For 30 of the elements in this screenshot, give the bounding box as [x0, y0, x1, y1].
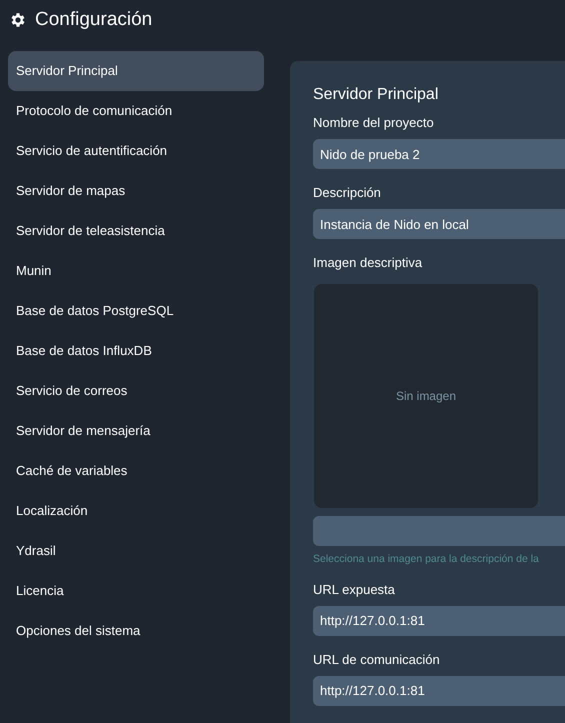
- sidebar-item[interactable]: Servicio de correos: [8, 371, 264, 411]
- text-field[interactable]: Nido de prueba 2: [313, 139, 565, 169]
- page-title: Configuración: [35, 8, 152, 32]
- field-label: Nombre del proyecto: [313, 115, 435, 131]
- text-field[interactable]: Instancia de Nido en local: [313, 209, 565, 239]
- panel-title: Servidor Principal: [313, 85, 440, 105]
- sidebar-item[interactable]: Servidor de mensajería: [8, 411, 264, 451]
- field-label: Descripción: [313, 185, 382, 201]
- text-field[interactable]: http://127.0.0.1:81: [313, 676, 565, 706]
- settings-icon: [9, 11, 27, 29]
- sidebar-item[interactable]: Base de datos PostgreSQL: [8, 291, 264, 331]
- sidebar-item[interactable]: Servidor Principal: [8, 51, 264, 91]
- sidebar-item[interactable]: Servidor de teleasistencia: [8, 211, 264, 251]
- sidebar-item[interactable]: Servicio de autentificación: [8, 131, 264, 171]
- sidebar-item[interactable]: Caché de variables: [8, 451, 264, 491]
- hint-text: Selecciona una imagen para la descripción de la: [313, 552, 540, 567]
- file-field[interactable]: [313, 516, 565, 546]
- sidebar-item[interactable]: Opciones del sistema: [8, 611, 264, 651]
- sidebar-item[interactable]: Base de datos InfluxDB: [8, 331, 264, 371]
- text-field[interactable]: http://127.0.0.1:81: [313, 606, 565, 636]
- sidebar-item[interactable]: Ydrasil: [8, 531, 264, 571]
- sidebar-item[interactable]: Munin: [8, 251, 264, 291]
- sidebar-item[interactable]: Localización: [8, 491, 264, 531]
- sidebar-item[interactable]: Licencia: [8, 571, 264, 611]
- sidebar-item[interactable]: Protocolo de comunicación: [8, 91, 264, 131]
- field-label: URL expuesta: [313, 582, 396, 598]
- field-label: Imagen descriptiva: [313, 255, 424, 271]
- empty-image-text: Sin imagen: [396, 388, 456, 405]
- field-label: URL de comunicación: [313, 652, 441, 668]
- sidebar-item[interactable]: Servidor de mapas: [8, 171, 264, 211]
